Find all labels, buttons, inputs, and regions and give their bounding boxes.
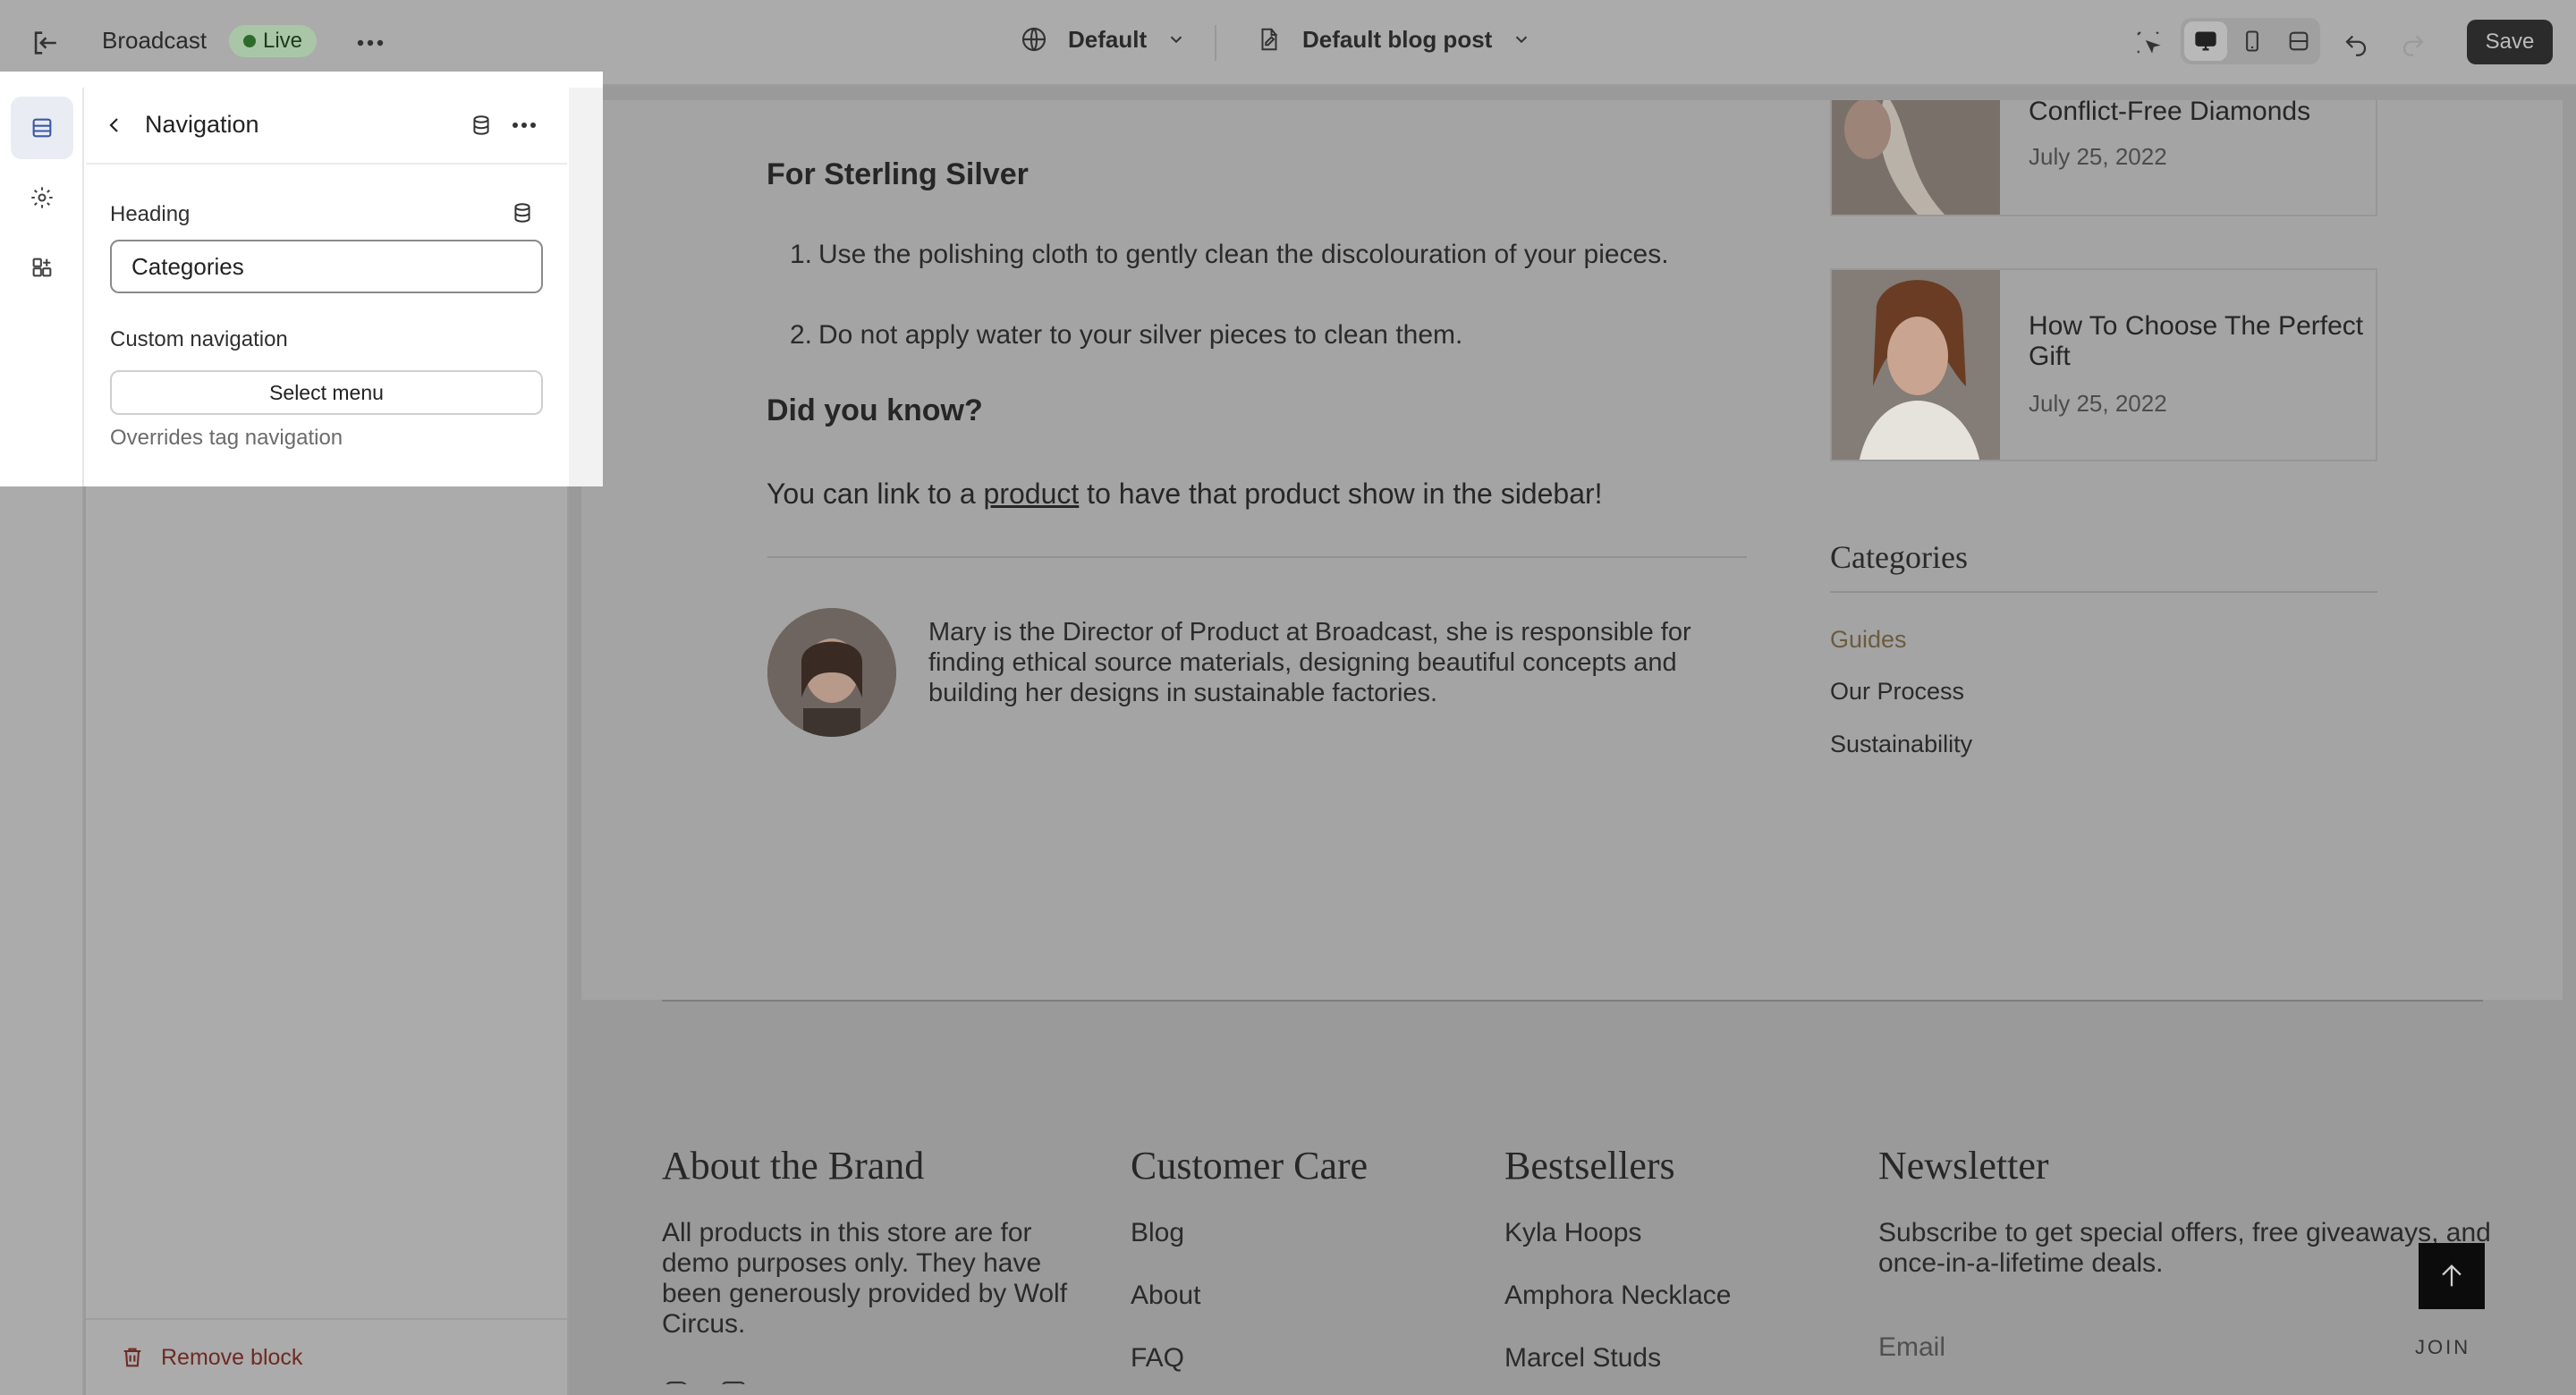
- footer-divider: [662, 1000, 2483, 1002]
- category-link-guides[interactable]: Guides: [1830, 626, 1907, 654]
- post-title: Conflict-Free Diamonds: [2029, 100, 2311, 126]
- redo-icon[interactable]: [2394, 23, 2433, 63]
- newsletter-join-button[interactable]: JOIN: [2415, 1336, 2470, 1359]
- topbar-divider: [1215, 25, 1216, 61]
- footer-bestsellers-heading: Bestsellers: [1504, 1144, 1675, 1188]
- divider: [767, 556, 1747, 558]
- status-label: Live: [263, 29, 303, 53]
- heading-input[interactable]: [110, 240, 543, 293]
- link-text-after: to have that product show in the sidebar…: [1079, 478, 1603, 510]
- footer-newsletter-heading: Newsletter: [1878, 1144, 2049, 1188]
- footer-link-amphora-necklace[interactable]: Amphora Necklace: [1504, 1281, 1731, 1311]
- save-button[interactable]: Save: [2467, 20, 2553, 64]
- category-link-our-process[interactable]: Our Process: [1830, 678, 1964, 706]
- popover-scroll-gutter: [569, 88, 603, 486]
- related-post-card[interactable]: How To Choose The Perfect Gift July 25, …: [1830, 268, 2377, 461]
- post-thumbnail: [1832, 100, 2000, 215]
- more-options-icon[interactable]: [504, 109, 544, 141]
- theme-label: Default: [1068, 25, 1148, 53]
- theme-preview: For Sterling Silver 1. Use the polishing…: [581, 100, 2563, 1384]
- apps-tab[interactable]: [11, 236, 73, 299]
- list-item: Do not apply water to your silver pieces…: [818, 320, 1463, 350]
- globe-icon: [1021, 27, 1046, 52]
- popover-title: Navigation: [145, 111, 259, 138]
- category-link-sustainability[interactable]: Sustainability: [1830, 731, 1972, 758]
- fullscreen-view-icon[interactable]: [2279, 23, 2318, 59]
- mobile-view-icon[interactable]: [2233, 23, 2272, 59]
- footer-link-faq[interactable]: FAQ: [1131, 1343, 1184, 1374]
- footer-care-heading: Customer Care: [1131, 1144, 1368, 1188]
- remove-block-label: Remove block: [161, 1344, 303, 1370]
- template-selector[interactable]: Default blog post: [1256, 25, 1531, 54]
- inspector-select-icon[interactable]: [2129, 23, 2168, 63]
- list-item: Use the polishing cloth to gently clean …: [818, 240, 1669, 269]
- post-date: July 25, 2022: [2029, 390, 2167, 417]
- did-you-know-heading: Did you know?: [767, 393, 983, 427]
- footer-about-text: All products in this store are for demo …: [662, 1218, 1068, 1339]
- select-menu-button[interactable]: Select menu: [110, 370, 543, 415]
- post-thumbnail: [1832, 270, 2000, 460]
- gear-icon: [31, 187, 53, 208]
- footer-about-heading: About the Brand: [662, 1144, 925, 1188]
- categories-heading: Categories: [1830, 539, 1968, 575]
- chevron-down-icon: [1170, 36, 1182, 44]
- status-badge: Live: [229, 25, 318, 57]
- dynamic-source-icon[interactable]: [506, 197, 538, 229]
- related-post-card[interactable]: Conflict-Free Diamonds July 25, 2022: [1830, 100, 2377, 216]
- more-options-icon[interactable]: [351, 23, 390, 63]
- apps-icon: [32, 258, 52, 277]
- author-avatar: [767, 608, 896, 737]
- helper-text: Overrides tag navigation: [110, 426, 343, 450]
- footer-link-blog[interactable]: Blog: [1131, 1218, 1184, 1248]
- newsletter-text: Subscribe to get special offers, free gi…: [1878, 1218, 2491, 1278]
- product-link[interactable]: product: [984, 478, 1080, 510]
- arrow-up-icon: [2442, 1264, 2462, 1287]
- sterling-heading: For Sterling Silver: [767, 157, 1029, 191]
- site-footer: About the Brand All products in this sto…: [581, 1000, 2563, 1384]
- block-settings-popover: Navigation Heading Custom navigation Sel…: [0, 72, 603, 486]
- divider: [1830, 591, 2377, 593]
- chevron-down-icon: [1516, 36, 1528, 44]
- author-bio: Mary is the Director of Product at Broad…: [928, 618, 1691, 707]
- theme-settings-tab[interactable]: [11, 166, 73, 229]
- instagram-icon[interactable]: [662, 1379, 691, 1384]
- custom-navigation-label: Custom navigation: [110, 327, 288, 351]
- back-icon[interactable]: [98, 109, 131, 141]
- footer-link-kyla-hoops[interactable]: Kyla Hoops: [1504, 1218, 1641, 1248]
- document-edit-icon: [1261, 28, 1277, 51]
- live-dot-icon: [243, 35, 256, 47]
- newsletter-email-input[interactable]: Email: [1878, 1332, 1945, 1363]
- heading-label: Heading: [110, 202, 191, 226]
- dynamic-source-icon[interactable]: [465, 109, 497, 141]
- footer-link-marcel-studs[interactable]: Marcel Studs: [1504, 1343, 1661, 1374]
- list-number: 1.: [790, 240, 813, 269]
- scroll-to-top-button[interactable]: [2419, 1243, 2485, 1309]
- popover-icon-rail: [0, 88, 84, 486]
- exit-icon[interactable]: [25, 23, 64, 63]
- template-label: Default blog post: [1302, 25, 1493, 53]
- tiktok-icon[interactable]: [719, 1379, 748, 1384]
- post-date: July 25, 2022: [2029, 143, 2167, 170]
- popover-header: Navigation: [86, 88, 567, 165]
- remove-block-button[interactable]: Remove block: [86, 1318, 569, 1395]
- trash-icon: [123, 1348, 141, 1367]
- footer-link-about[interactable]: About: [1131, 1281, 1200, 1311]
- sections-tab[interactable]: [11, 97, 73, 159]
- list-number: 2.: [790, 320, 813, 350]
- undo-icon[interactable]: [2336, 23, 2376, 63]
- theme-selector[interactable]: Default: [1020, 25, 1186, 54]
- product-link-line: You can link to a product to have that p…: [767, 478, 1603, 511]
- desktop-view-icon[interactable]: [2186, 23, 2225, 59]
- post-title: How To Choose The Perfect Gift: [2029, 311, 2364, 371]
- link-text-before: You can link to a: [767, 478, 984, 510]
- sections-icon: [32, 118, 52, 138]
- store-name[interactable]: Broadcast: [102, 27, 207, 55]
